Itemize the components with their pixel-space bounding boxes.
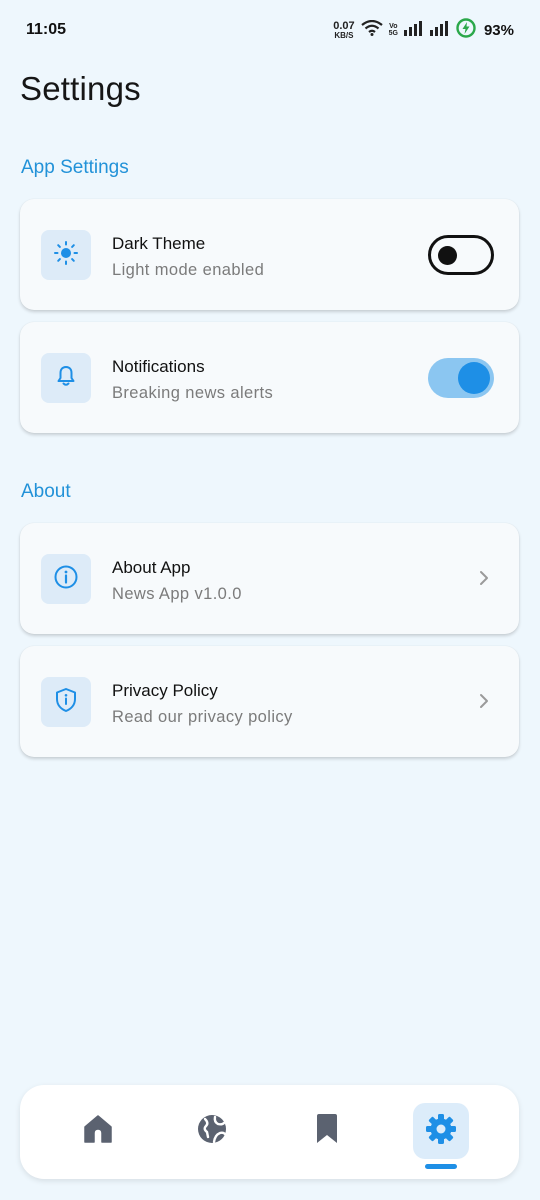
globe-icon bbox=[196, 1113, 228, 1150]
privacy-policy-title: Privacy Policy bbox=[112, 681, 218, 700]
about-app-row[interactable]: About App News App v1.0.0 bbox=[20, 523, 519, 634]
chevron-right-icon bbox=[476, 568, 492, 588]
notifications-toggle[interactable] bbox=[428, 358, 494, 398]
toggle-knob bbox=[438, 246, 457, 265]
notifications-title: Notifications bbox=[112, 357, 205, 376]
privacy-policy-row[interactable]: Privacy Policy Read our privacy policy bbox=[20, 646, 519, 757]
status-time: 11:05 bbox=[26, 21, 67, 38]
about-app-title: About App bbox=[112, 558, 191, 577]
dark-theme-setting[interactable]: Dark Theme Light mode enabled bbox=[20, 199, 519, 310]
active-tab-indicator bbox=[425, 1164, 457, 1169]
bookmark-icon bbox=[313, 1113, 341, 1150]
notifications-icon-tile bbox=[41, 353, 91, 403]
signal-icon-sim1 bbox=[403, 20, 424, 41]
nav-explore[interactable] bbox=[184, 1103, 240, 1159]
toggle-knob bbox=[458, 362, 490, 394]
shield-icon bbox=[54, 687, 78, 718]
dark-theme-toggle[interactable] bbox=[428, 235, 494, 275]
signal-icon-sim2 bbox=[429, 20, 450, 41]
page-title: Settings bbox=[20, 70, 141, 107]
privacy-policy-icon-tile bbox=[41, 677, 91, 727]
battery-level: 93% bbox=[483, 21, 514, 39]
dark-theme-icon-tile bbox=[41, 230, 91, 280]
privacy-policy-subtitle: Read our privacy policy bbox=[112, 708, 293, 726]
status-bar: 11:05 0.07 KB/S Vo 5G 93% bbox=[0, 0, 540, 60]
battery-charging-icon bbox=[456, 17, 476, 43]
volte-line-2: 5G bbox=[388, 30, 398, 37]
nav-home[interactable] bbox=[70, 1103, 126, 1159]
wifi-icon bbox=[360, 19, 383, 41]
volte-line-1: Vo bbox=[389, 23, 398, 30]
dark-theme-subtitle: Light mode enabled bbox=[112, 261, 265, 279]
notifications-subtitle: Breaking news alerts bbox=[112, 384, 274, 402]
bottom-nav bbox=[20, 1085, 519, 1179]
network-speed: 0.07 KB/S bbox=[333, 20, 354, 40]
gear-icon bbox=[424, 1112, 458, 1151]
volte-indicator: Vo 5G bbox=[389, 23, 398, 37]
about-app-icon-tile bbox=[41, 554, 91, 604]
status-icons: 0.07 KB/S Vo 5G 93% bbox=[333, 17, 514, 43]
info-icon bbox=[53, 564, 79, 595]
notifications-setting[interactable]: Notifications Breaking news alerts bbox=[20, 322, 519, 433]
nav-bookmarks[interactable] bbox=[299, 1103, 355, 1159]
home-icon bbox=[81, 1113, 115, 1150]
network-speed-unit: KB/S bbox=[334, 30, 354, 40]
bell-icon bbox=[54, 364, 78, 393]
chevron-right-icon bbox=[476, 691, 492, 711]
about-app-subtitle: News App v1.0.0 bbox=[112, 585, 242, 603]
dark-theme-title: Dark Theme bbox=[112, 234, 206, 253]
section-header-about: About bbox=[21, 481, 71, 502]
nav-settings[interactable] bbox=[413, 1103, 469, 1159]
section-header-app-settings: App Settings bbox=[21, 157, 129, 178]
sun-icon bbox=[53, 240, 79, 271]
